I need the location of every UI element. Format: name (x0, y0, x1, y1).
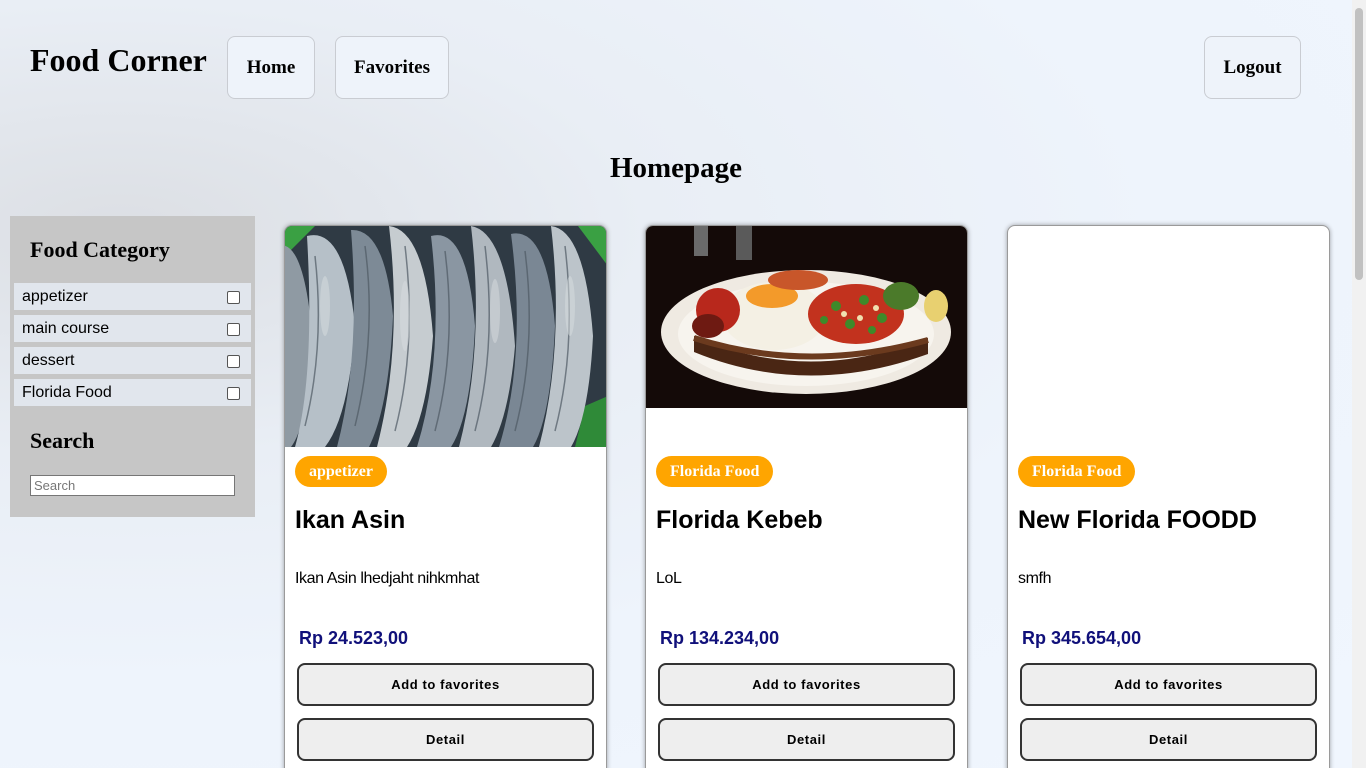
food-title: Florida Kebeb (656, 506, 823, 534)
detail-button[interactable]: Detail (658, 718, 955, 761)
food-price: Rp 24.523,00 (299, 628, 409, 648)
dried-fish-image (285, 226, 606, 447)
kebab-plate-image (646, 226, 967, 408)
food-price: Rp 345.654,00 (1022, 628, 1142, 648)
category-badge: Florida Food (1018, 456, 1136, 487)
food-card: appetizer Ikan Asin Ikan Asin lhedjaht n… (284, 225, 607, 768)
scrollbar-thumb[interactable] (1355, 8, 1363, 280)
food-card: Florida Food Florida Kebeb LoL Rp 134.23… (645, 225, 968, 768)
category-item-dessert[interactable]: dessert (14, 347, 251, 374)
food-card: Florida Food New Florida FOODD smfh Rp 3… (1007, 225, 1330, 768)
home-button[interactable]: Home (227, 36, 315, 99)
category-label: Florida Food (22, 383, 112, 401)
food-title: New Florida FOODD (1018, 506, 1257, 534)
category-badge: Florida Food (656, 456, 774, 487)
food-title: Ikan Asin (295, 506, 406, 534)
food-description: LoL (656, 570, 682, 587)
category-item-florida-food[interactable]: Florida Food (14, 379, 251, 406)
category-item-appetizer[interactable]: appetizer (14, 283, 251, 310)
search-heading: Search (30, 428, 95, 453)
category-checkbox[interactable] (227, 387, 240, 400)
detail-button[interactable]: Detail (1020, 718, 1317, 761)
search-input[interactable] (30, 475, 235, 496)
food-price: Rp 134.234,00 (660, 628, 780, 648)
detail-button[interactable]: Detail (297, 718, 594, 761)
favorites-button[interactable]: Favorites (335, 36, 449, 99)
category-label: main course (22, 319, 110, 337)
add-to-favorites-button[interactable]: Add to favorites (297, 663, 594, 706)
category-checkbox[interactable] (227, 323, 240, 336)
category-badge: appetizer (295, 456, 387, 487)
category-checkbox[interactable] (227, 291, 240, 304)
food-category-heading: Food Category (30, 237, 170, 262)
category-item-main-course[interactable]: main course (14, 315, 251, 342)
category-label: dessert (22, 351, 75, 369)
brand-title: Food Corner (30, 42, 207, 78)
food-description: Ikan Asin lhedjaht nihkmhat (295, 570, 479, 587)
add-to-favorites-button[interactable]: Add to favorites (1020, 663, 1317, 706)
page-title: Homepage (609, 152, 743, 184)
category-checkbox[interactable] (227, 355, 240, 368)
food-description: smfh (1018, 570, 1052, 587)
page-scrollbar[interactable] (1352, 0, 1366, 768)
add-to-favorites-button[interactable]: Add to favorites (658, 663, 955, 706)
category-label: appetizer (22, 287, 88, 305)
logout-button[interactable]: Logout (1204, 36, 1301, 99)
sidebar: Food Category appetizer main course dess… (10, 216, 255, 517)
